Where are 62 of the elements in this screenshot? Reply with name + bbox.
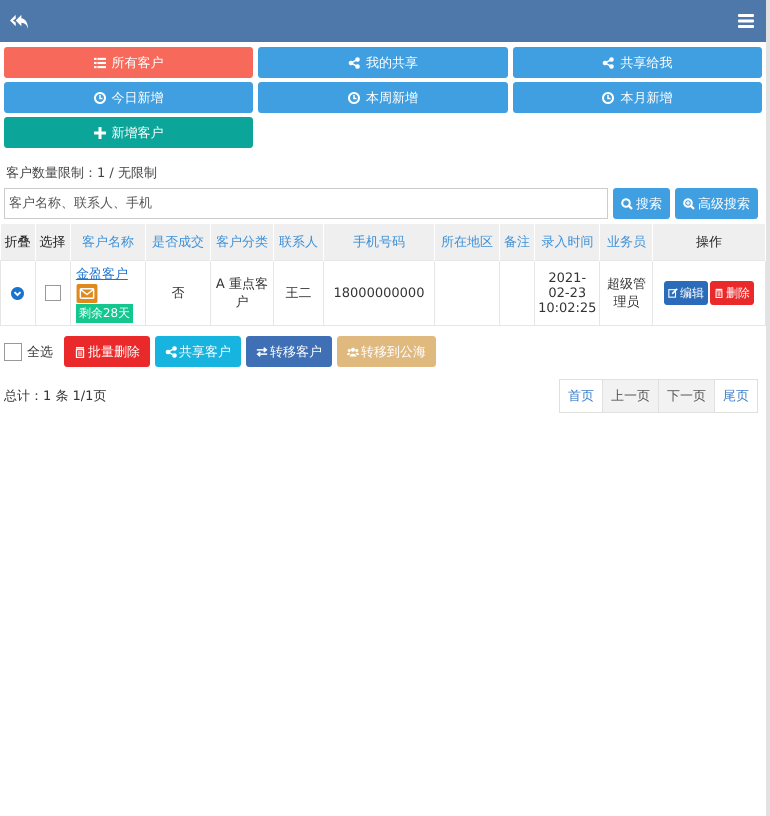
- table-cell: 超级管理员: [600, 260, 653, 326]
- table-cell: 王二: [273, 260, 324, 326]
- sort-header[interactable]: 录入时间: [534, 224, 600, 260]
- clock-icon: [602, 92, 614, 104]
- table-cell: 18000000000: [323, 260, 435, 326]
- expand-icon[interactable]: [11, 286, 24, 300]
- sort-header[interactable]: 客户分类: [210, 224, 274, 260]
- page-link[interactable]: 尾页: [714, 379, 758, 413]
- sort-header[interactable]: 所在地区: [434, 224, 500, 260]
- table-cell: 2021-02-23 10:02:25: [534, 260, 600, 326]
- sort-header[interactable]: 联系人: [273, 224, 324, 260]
- clock-icon: [348, 92, 360, 104]
- table-cell: A 重点客户: [210, 260, 274, 326]
- users-icon: [347, 346, 359, 358]
- filter-button[interactable]: 共享给我: [512, 47, 762, 78]
- days-left-badge: 剩余28天: [76, 304, 134, 322]
- filter-button[interactable]: 我的共享: [258, 47, 508, 78]
- search-icon: [621, 198, 633, 210]
- row-action-button[interactable]: 编辑: [664, 281, 708, 305]
- bulk-action-button[interactable]: 批量删除: [64, 336, 150, 367]
- bulk-action-button[interactable]: 共享客户: [155, 336, 241, 367]
- sort-header[interactable]: 是否成交: [146, 224, 210, 260]
- filter-button[interactable]: 本月新增: [512, 82, 762, 113]
- share-icon: [348, 56, 360, 68]
- trash-icon: [74, 346, 86, 358]
- bulk-action-button[interactable]: 转移到公海: [337, 336, 436, 367]
- search-field[interactable]: 客户名称、联系人、手机: [4, 188, 608, 219]
- bulk-action-button[interactable]: 转移客户: [246, 336, 332, 367]
- total-text: 总计：1 条 1/1页: [4, 388, 106, 405]
- customer-link[interactable]: 金盈客户: [76, 264, 128, 282]
- column-header: 操作: [652, 224, 766, 260]
- filter-button[interactable]: 所有客户: [4, 47, 254, 78]
- filter-button[interactable]: 新增客户: [4, 117, 254, 148]
- zoom-in-icon: [683, 198, 695, 210]
- search-button[interactable]: 高级搜索: [675, 188, 758, 219]
- reply-all-icon[interactable]: [10, 12, 29, 30]
- filter-button[interactable]: 本周新增: [258, 82, 508, 113]
- clock-icon: [94, 92, 106, 104]
- limit-text: 客户数量限制：1 / 无限制: [6, 165, 158, 182]
- share-icon: [165, 346, 177, 358]
- mail-icon[interactable]: [76, 284, 98, 302]
- list-icon: [94, 56, 106, 68]
- sort-header[interactable]: 备注: [499, 224, 535, 260]
- row-checkbox[interactable]: [44, 285, 61, 301]
- filter-button[interactable]: 今日新增: [4, 82, 254, 113]
- column-header: 选择: [35, 224, 70, 260]
- select-all-label[interactable]: 全选: [27, 342, 53, 360]
- sort-header[interactable]: 手机号码: [323, 224, 435, 260]
- plus-icon: [94, 126, 106, 138]
- row-action-button[interactable]: 删除: [710, 281, 754, 305]
- page-link[interactable]: 首页: [559, 379, 603, 413]
- table-cell: 否: [146, 260, 210, 326]
- swap-arrows-icon: [256, 346, 268, 358]
- search-button[interactable]: 搜索: [613, 188, 670, 219]
- column-header: 折叠: [0, 224, 36, 260]
- share-icon: [602, 56, 614, 68]
- sort-header[interactable]: 业务员: [600, 224, 653, 260]
- sort-header[interactable]: 客户名称: [70, 224, 146, 260]
- trash-icon: [714, 288, 724, 298]
- select-all-checkbox[interactable]: [4, 342, 22, 360]
- menu-icon[interactable]: [738, 14, 754, 28]
- edit-icon: [668, 288, 678, 298]
